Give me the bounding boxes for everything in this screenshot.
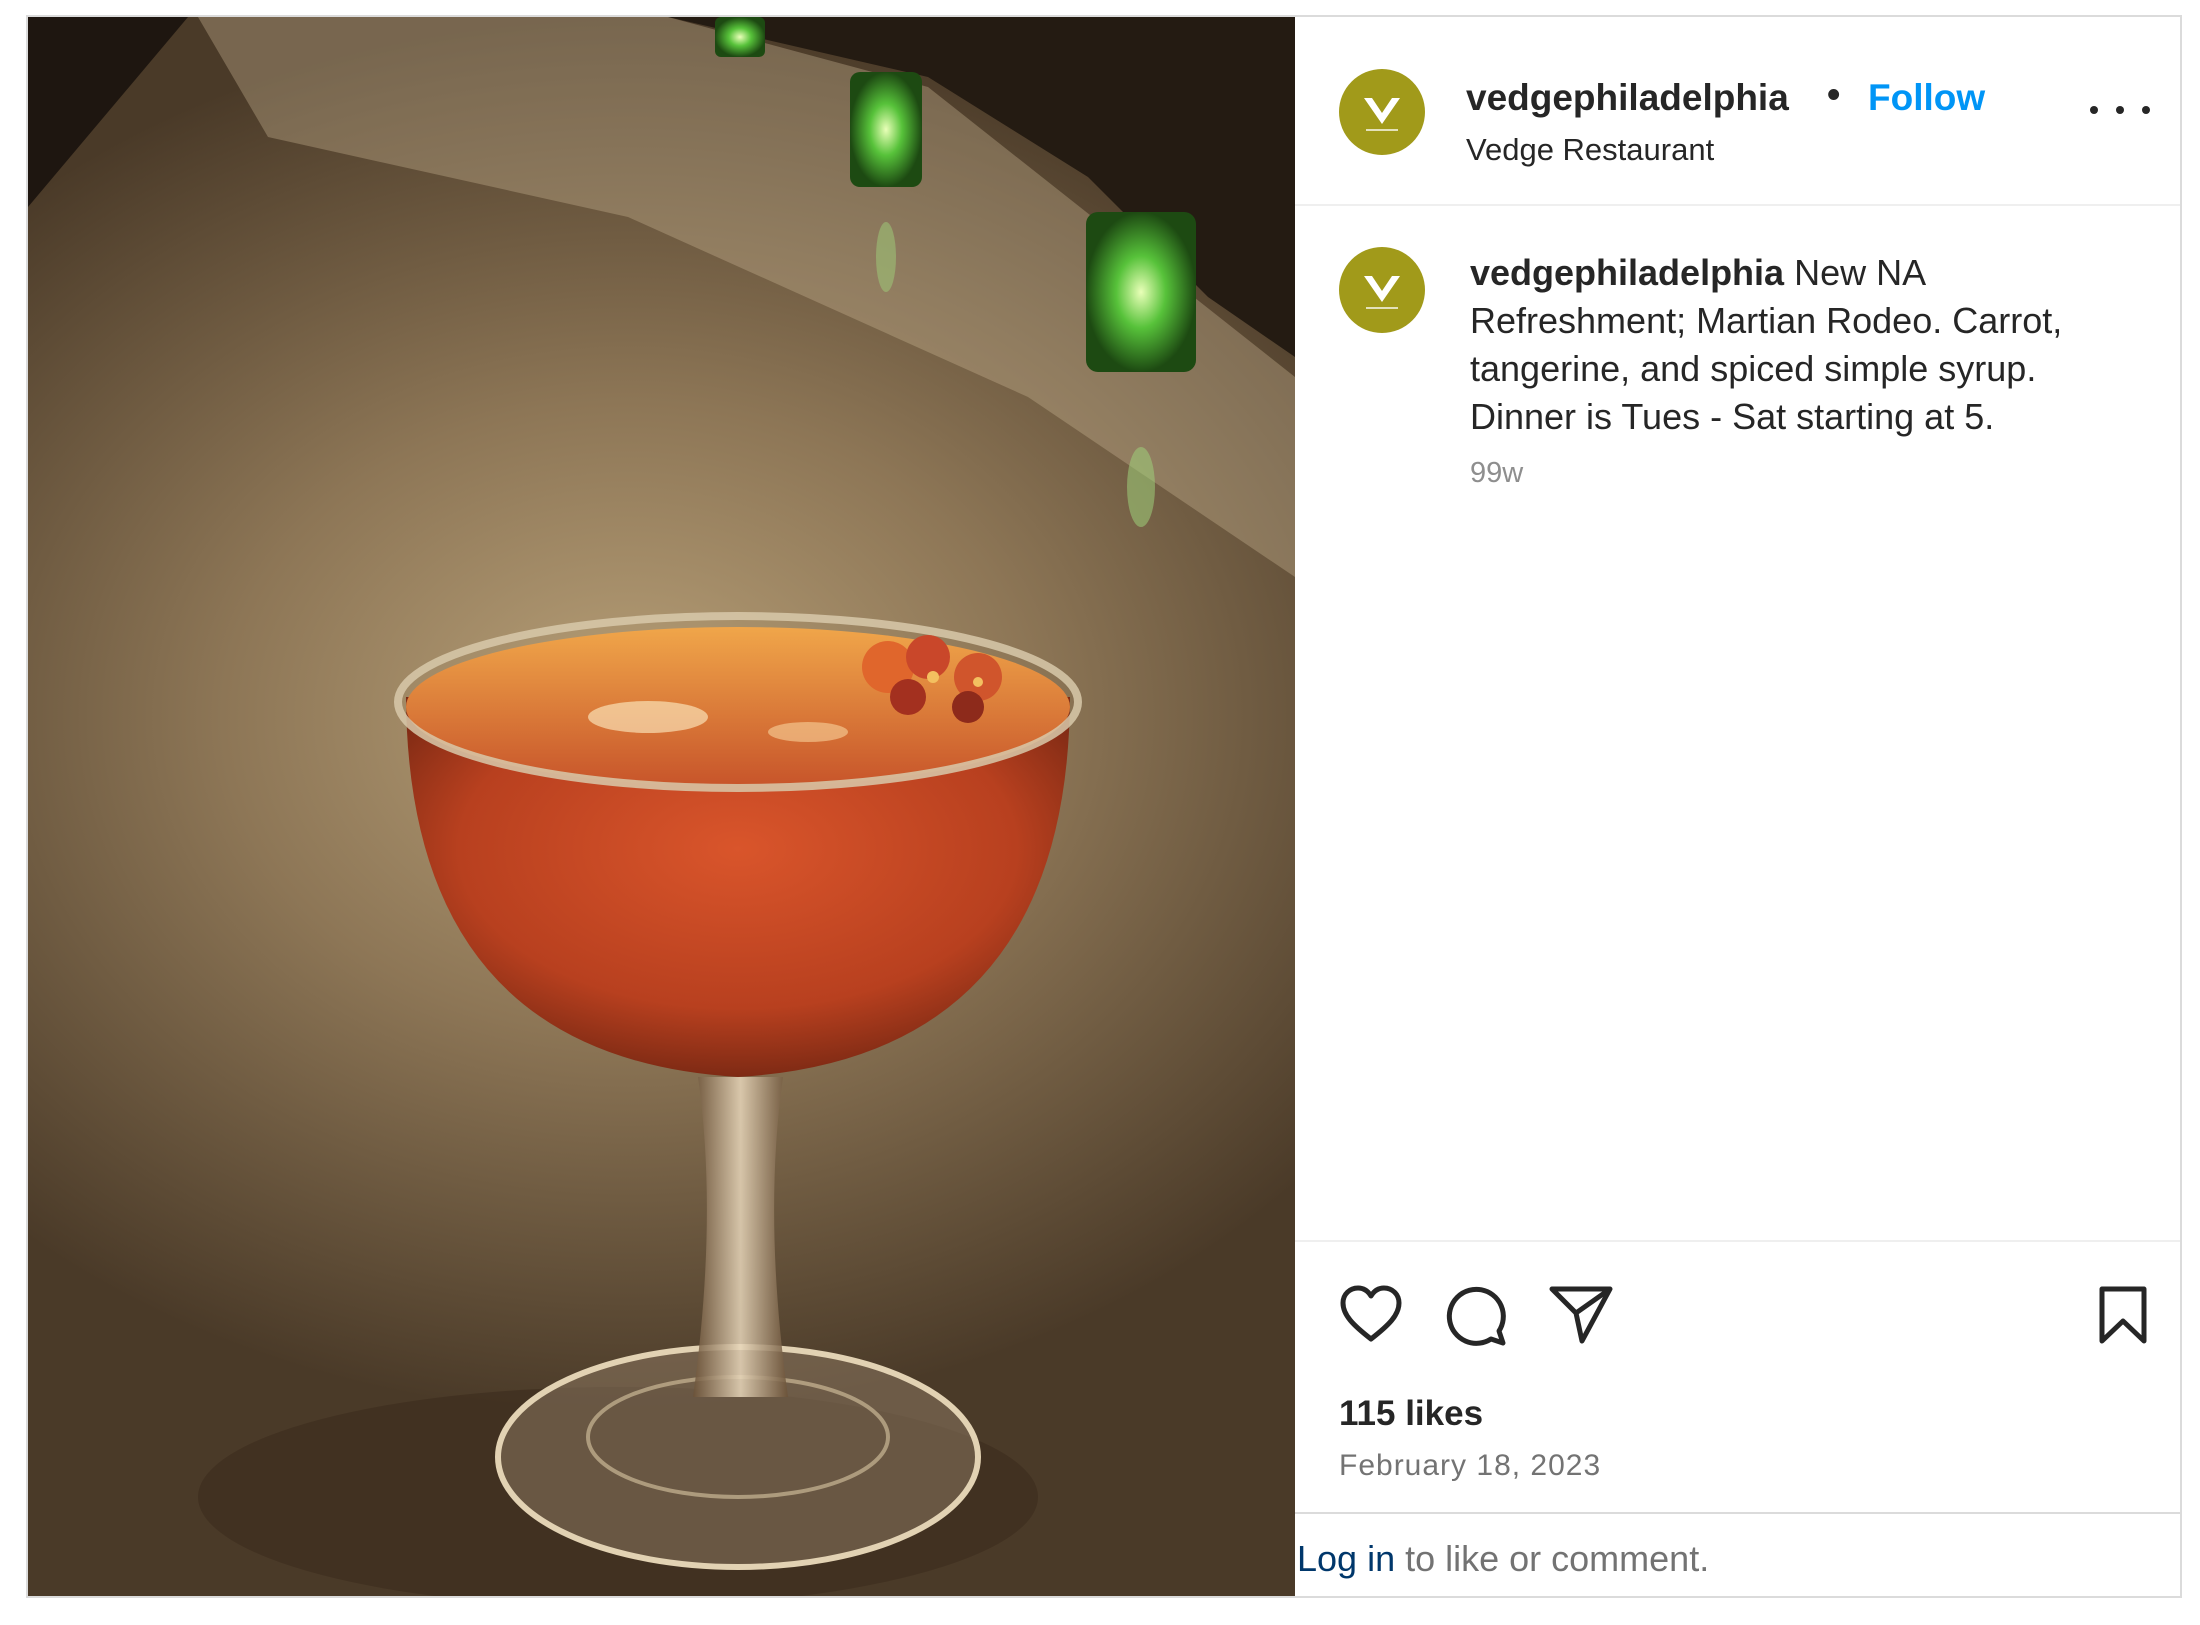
ellipsis-icon (2142, 106, 2150, 114)
comment-icon (1446, 1286, 1506, 1346)
login-prompt-text: to like or comment. (1395, 1538, 1710, 1579)
post-username[interactable]: vedgephiladelphia (1466, 77, 1789, 119)
more-options-button[interactable] (2090, 95, 2150, 125)
vedge-logo-icon (1364, 98, 1400, 131)
login-footer: Log in to like or comment. (1295, 1512, 2180, 1596)
avatar[interactable] (1339, 69, 1425, 155)
location-label[interactable]: Vedge Restaurant (1466, 132, 1714, 168)
caption-age[interactable]: 99w (1470, 457, 1523, 490)
comment-button[interactable] (1445, 1285, 1509, 1347)
caption-username[interactable]: vedgephiladelphia (1470, 252, 1784, 293)
post-header: vedgephiladelphia • Follow Vedge Restaur… (1295, 17, 2180, 206)
post-photo[interactable] (28, 17, 1295, 1596)
heart-icon (1340, 1285, 1402, 1342)
post-sidebar: vedgephiladelphia • Follow Vedge Restaur… (1295, 17, 2180, 1596)
login-link[interactable]: Log in (1297, 1538, 1395, 1579)
bookmark-icon (2099, 1286, 2147, 1344)
actions-divider (1295, 1240, 2180, 1242)
ellipsis-icon (2116, 106, 2124, 114)
ellipsis-icon (2090, 106, 2098, 114)
cocktail-photo-illustration (28, 17, 1295, 1596)
login-prompt: Log in to like or comment. (1297, 1538, 1709, 1580)
post-date[interactable]: February 18, 2023 (1339, 1449, 1601, 1483)
follow-button[interactable]: Follow (1868, 77, 1985, 119)
vedge-logo-icon (1364, 276, 1400, 309)
share-button[interactable] (1548, 1283, 1614, 1345)
like-button[interactable] (1339, 1285, 1403, 1343)
likes-count[interactable]: 115 likes (1339, 1394, 1483, 1434)
paper-plane-icon (1549, 1286, 1613, 1344)
instagram-post: vedgephiladelphia • Follow Vedge Restaur… (26, 15, 2182, 1598)
post-caption: vedgephiladelphia New NA Refreshment; Ma… (1470, 249, 2150, 441)
caption-avatar[interactable] (1339, 247, 1425, 333)
save-button[interactable] (2096, 1285, 2150, 1345)
separator-dot: • (1827, 74, 1841, 116)
